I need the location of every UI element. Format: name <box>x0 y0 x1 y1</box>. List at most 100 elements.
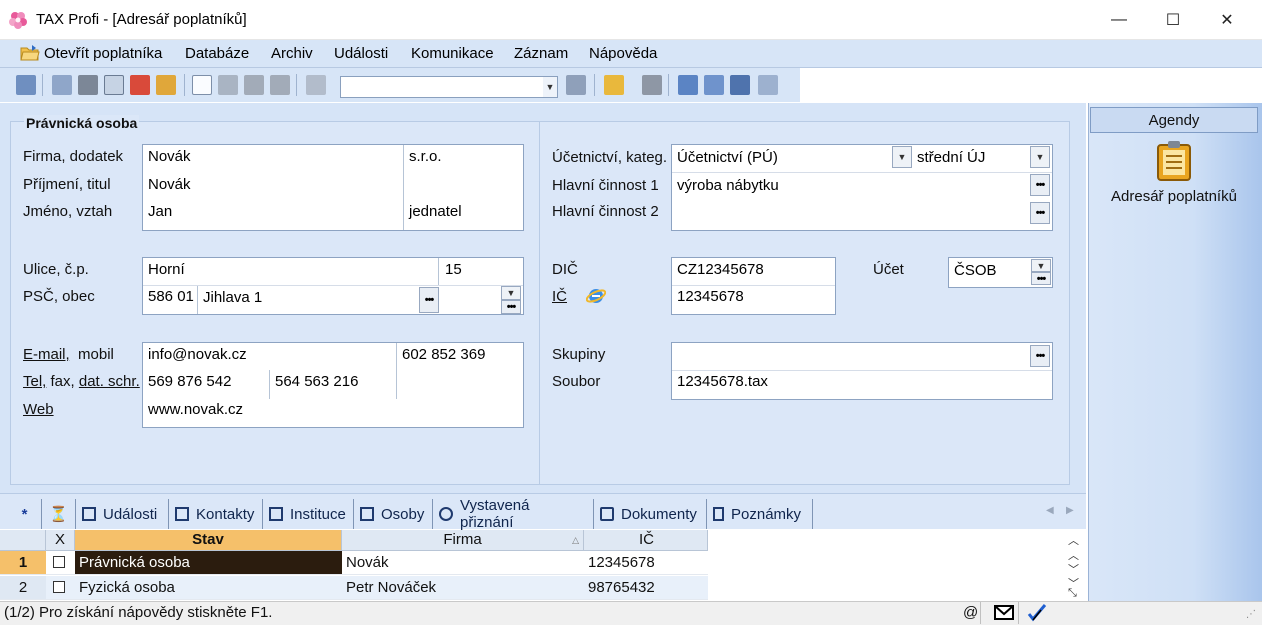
cp-field[interactable]: 15 <box>445 261 462 278</box>
ic-link[interactable]: IČ <box>552 288 567 305</box>
email-field[interactable]: info@novak.cz <box>148 346 247 363</box>
row-stav-cell[interactable]: Fyzická osoba <box>75 576 342 600</box>
firma-field[interactable]: Novák <box>148 148 191 165</box>
toolbar-search-combo[interactable]: ▼ <box>340 76 558 98</box>
save-icon[interactable] <box>244 75 264 95</box>
row-number[interactable]: 1 <box>0 551 46 575</box>
chevron-down-icon[interactable]: ▼ <box>892 146 912 168</box>
window-list-icon[interactable] <box>678 75 698 95</box>
help-pointer-icon[interactable] <box>758 75 778 95</box>
exit-icon[interactable] <box>16 75 36 95</box>
agenda-item-label[interactable]: Adresář poplatníků <box>1100 188 1248 205</box>
jmeno-field[interactable]: Jan <box>148 203 172 220</box>
tab-dokumenty[interactable]: Dokumenty <box>594 499 707 529</box>
pdf-mail-icon[interactable] <box>156 75 176 95</box>
stop-icon[interactable] <box>642 75 662 95</box>
ulice-field[interactable]: Horní <box>148 261 185 278</box>
tab-new-record[interactable]: * <box>8 499 42 529</box>
hlavni1-browse-button[interactable]: ••• <box>1030 174 1050 196</box>
menu-database[interactable]: Databáze <box>185 45 249 62</box>
email-link[interactable]: E-mail, <box>23 346 70 363</box>
print-preview-icon[interactable] <box>104 75 124 95</box>
obec-field[interactable]: Jihlava 1 <box>203 289 262 306</box>
clipboard-icon[interactable] <box>306 75 326 95</box>
favorite-folder-icon[interactable] <box>604 75 624 95</box>
new-document-icon[interactable] <box>192 75 212 95</box>
ucet-select[interactable]: ČSOB <box>954 262 997 279</box>
close-button[interactable]: ✕ <box>1200 0 1254 40</box>
save-all-icon[interactable] <box>270 75 290 95</box>
psc-field[interactable]: 586 01 <box>148 288 194 305</box>
obec-browse-button[interactable]: ••• <box>419 287 439 313</box>
grid-header-x[interactable]: X <box>46 530 75 551</box>
dodatek-field[interactable]: s.r.o. <box>409 148 442 165</box>
mobil-field[interactable]: 602 852 369 <box>402 346 485 363</box>
menu-record[interactable]: Záznam <box>514 45 568 62</box>
menu-communication[interactable]: Komunikace <box>411 45 494 62</box>
web-link[interactable]: Web <box>23 401 54 418</box>
chevron-down-icon[interactable]: ▼ <box>1031 259 1051 272</box>
tab-filter[interactable]: ⏳ <box>42 499 76 529</box>
grid-header-firma[interactable]: Firma △ <box>342 530 584 551</box>
tab-udalosti[interactable]: Události <box>76 499 169 529</box>
filter-icon[interactable] <box>566 75 586 95</box>
ucetnictvi-select[interactable]: Účetnictví (PÚ) <box>677 149 778 166</box>
at-icon[interactable]: @ <box>963 604 978 621</box>
chevron-down-icon[interactable]: ▼ <box>1030 146 1050 168</box>
hlavni2-browse-button[interactable]: ••• <box>1030 202 1050 224</box>
scroll-top-icon[interactable]: ︿ <box>1068 532 1079 548</box>
copy-icon[interactable] <box>52 75 72 95</box>
menu-events[interactable]: Události <box>334 45 388 62</box>
chevron-down-icon[interactable]: ▼ <box>543 77 557 97</box>
skupiny-browse-button[interactable]: ••• <box>1030 345 1050 367</box>
row-stav-cell[interactable]: Právnická osoba <box>75 551 342 575</box>
menu-open-payer[interactable]: Otevřít poplatníka <box>44 45 162 62</box>
vztah-field[interactable]: jednatel <box>409 203 462 220</box>
tel-link[interactable]: Tel, <box>23 373 46 390</box>
ucet-browse-button[interactable]: ••• <box>1031 272 1051 285</box>
tab-poznamky[interactable]: Poznámky <box>707 499 813 529</box>
grid-header-stav[interactable]: Stav <box>75 530 342 551</box>
tab-scroll-right-icon[interactable]: ▶ <box>1066 505 1074 516</box>
row-number[interactable]: 2 <box>0 576 46 600</box>
dic-field[interactable]: CZ12345678 <box>677 261 764 278</box>
soubor-field[interactable]: 12345678.tax <box>677 373 768 390</box>
window-tile-icon[interactable] <box>704 75 724 95</box>
tab-scroll-left-icon[interactable]: ◀ <box>1046 505 1054 516</box>
internet-explorer-icon[interactable] <box>586 286 606 306</box>
maximize-button[interactable]: ☐ <box>1146 0 1200 40</box>
chevron-down-icon[interactable]: ▼ <box>501 286 521 300</box>
agendy-header[interactable]: Agendy <box>1090 107 1258 133</box>
tab-kontakty[interactable]: Kontakty <box>169 499 263 529</box>
resize-grip-icon[interactable]: ⋰ <box>1246 609 1256 620</box>
hlavni1-field[interactable]: výroba nábytku <box>677 177 779 194</box>
web-field[interactable]: www.novak.cz <box>148 401 243 418</box>
print-icon[interactable] <box>78 75 98 95</box>
minimize-button[interactable]: — <box>1092 0 1146 40</box>
datschr-link[interactable]: dat. schr. <box>79 373 140 390</box>
tab-instituce[interactable]: Instituce <box>263 499 354 529</box>
row-firma-cell[interactable]: Novák <box>342 551 584 575</box>
row-checkbox[interactable] <box>53 556 65 568</box>
grid-header-ic[interactable]: IČ <box>584 530 708 551</box>
edit-icon[interactable] <box>218 75 238 95</box>
row-checkbox[interactable] <box>53 581 65 593</box>
collapse-icon[interactable]: ⤡ <box>1068 587 1077 600</box>
tab-osoby[interactable]: Osoby <box>354 499 433 529</box>
address-book-icon[interactable] <box>1152 140 1196 182</box>
fax-field[interactable]: 564 563 216 <box>275 373 358 390</box>
row-firma-cell[interactable]: Petr Nováček <box>342 576 584 600</box>
tel-field[interactable]: 569 876 542 <box>148 373 231 390</box>
tab-vystavena-priznani[interactable]: Vystavená přiznání <box>433 497 594 531</box>
mail-icon[interactable] <box>994 605 1014 620</box>
ic-field[interactable]: 12345678 <box>677 288 744 305</box>
prijmeni-field[interactable]: Novák <box>148 176 191 193</box>
menu-help[interactable]: Nápověda <box>589 45 657 62</box>
window-cascade-icon[interactable] <box>730 75 750 95</box>
menu-archive[interactable]: Archiv <box>271 45 313 62</box>
row-ic-cell[interactable]: 98765432 <box>584 576 708 600</box>
pdf-icon[interactable] <box>130 75 150 95</box>
kategorie-select[interactable]: střední ÚJ <box>917 149 985 166</box>
pen-check-icon[interactable] <box>1027 604 1047 622</box>
row-ic-cell[interactable]: 12345678 <box>584 551 708 575</box>
